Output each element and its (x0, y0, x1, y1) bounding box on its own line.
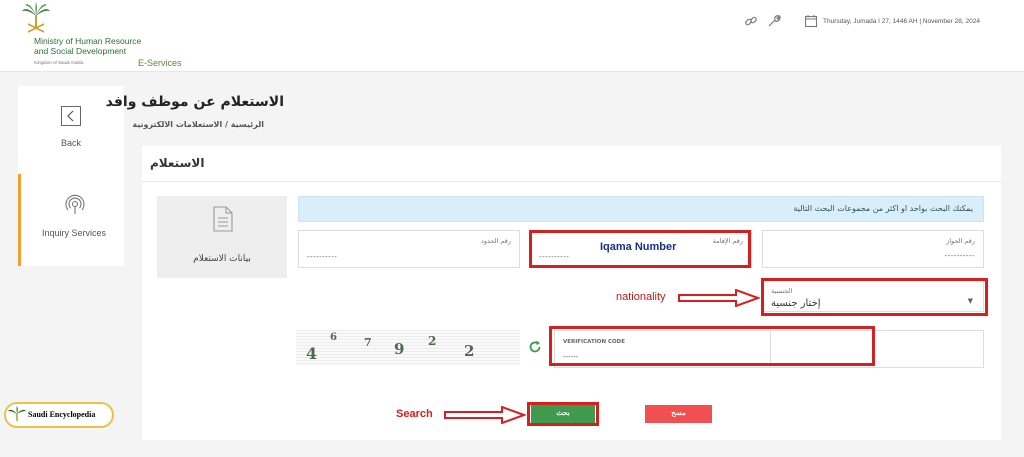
page-title: الاستعلام عن موظف وافد (105, 94, 284, 110)
right-arrow-icon (444, 406, 526, 424)
search-annotation-label: Search (396, 408, 433, 420)
breadcrumb[interactable]: الرئيسية / الاستعلامات الالكترونية (132, 120, 264, 129)
captcha-char: 6 (330, 332, 337, 343)
ministry-subtitle: Kingdom of Saudi Arabia (34, 60, 84, 65)
border-number-value: ---------- (307, 253, 338, 261)
captcha-char: 4 (306, 344, 318, 363)
verification-highlight-box (549, 326, 875, 366)
date-display: Thursday, Jumada I 27, 1446 AH | Novembe… (823, 18, 980, 25)
refresh-captcha-icon[interactable] (528, 340, 542, 354)
sidebar-item-inquiry-services[interactable]: Inquiry Services (18, 174, 124, 266)
palm-logo-icon (22, 2, 50, 33)
passport-number-field[interactable]: رقم الجواز ---------- (762, 230, 984, 268)
nationality-highlight-box (761, 278, 988, 316)
right-arrow-icon (678, 289, 760, 307)
back-label: Back (60, 138, 81, 148)
eservices-label: E-Services (138, 58, 182, 68)
ministry-name-line1: Ministry of Human Resource (34, 36, 142, 46)
link-icon[interactable] (744, 14, 758, 28)
info-alert: يمكنك البحث بواحد او اكثر من مجموعات الب… (298, 196, 984, 222)
iqama-annotation-label: Iqama Number (600, 241, 677, 253)
captcha-char: 2 (428, 334, 437, 348)
palm-badge-icon (8, 406, 26, 421)
captcha-char: 2 (464, 342, 475, 360)
nationality-annotation-label: nationality (616, 291, 666, 303)
document-icon (213, 206, 233, 232)
saudi-encyclopedia-badge: Saudi Encyclopedia (4, 402, 114, 428)
ministry-name-line2: and Social Development (34, 46, 127, 56)
passport-number-value: ---------- (944, 252, 975, 260)
badge-text: Saudi Encyclopedia (28, 410, 96, 419)
inquiry-data-label: بيانات الاستعلام (193, 254, 251, 264)
ministry-name: Ministry of Human Resource and Social De… (34, 36, 141, 56)
search-highlight-box (527, 402, 599, 426)
panel-title: الاستعلام (150, 156, 205, 170)
left-sidebar: Back Inquiry Services (18, 86, 124, 266)
captcha-char: 9 (394, 340, 405, 358)
border-number-field[interactable]: رقم الحدود ---------- (298, 230, 520, 268)
inquiry-services-label: Inquiry Services (41, 228, 107, 238)
passport-number-label: رقم الجواز (946, 237, 975, 245)
back-arrow-icon (61, 106, 81, 126)
inquiry-data-tab[interactable]: بيانات الاستعلام (157, 196, 287, 278)
info-alert-text: يمكنك البحث بواحد او اكثر من مجموعات الب… (793, 204, 973, 213)
captcha-image: 4 6 7 9 2 2 (296, 330, 520, 366)
wrench-icon[interactable] (767, 14, 781, 28)
border-number-label: رقم الحدود (480, 237, 511, 245)
panel-header: الاستعلام (142, 146, 1001, 182)
clear-button[interactable]: مسح (645, 405, 712, 423)
captcha-char: 7 (364, 336, 372, 349)
calendar-icon (804, 15, 818, 28)
top-header: Ministry of Human Resource and Social De… (0, 0, 1024, 72)
broadcast-icon (65, 194, 85, 214)
